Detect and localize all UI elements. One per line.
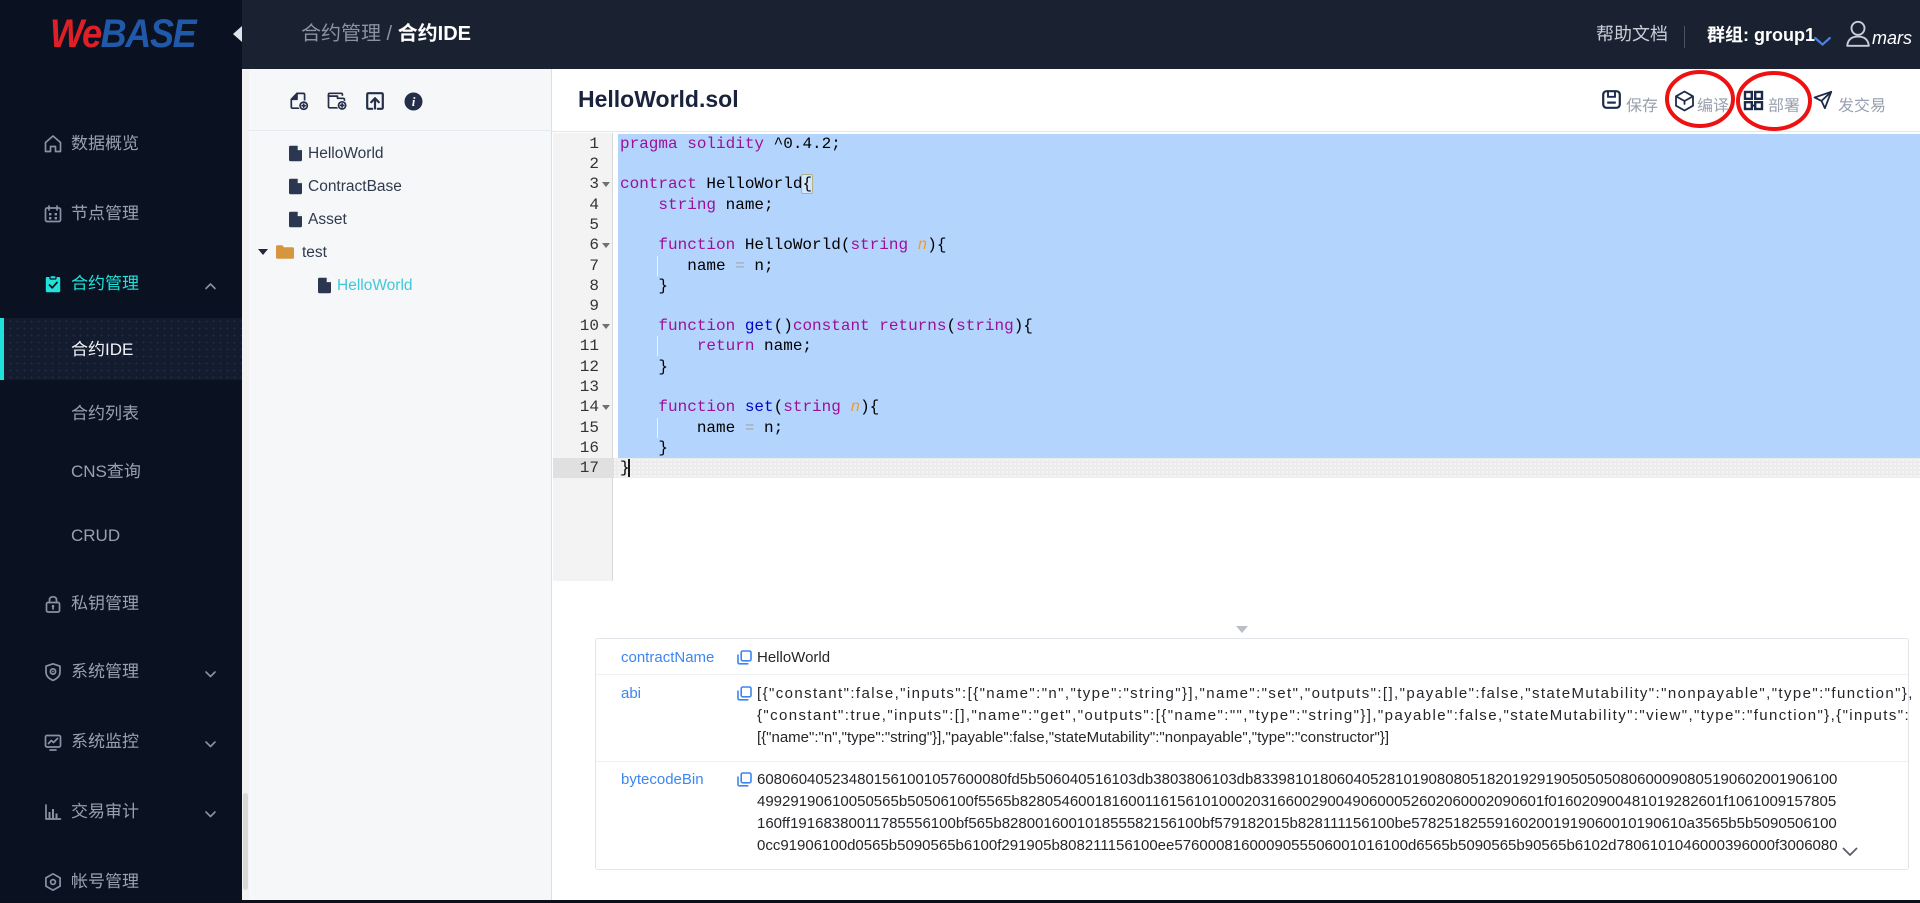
svg-text:i: i [412,94,416,109]
